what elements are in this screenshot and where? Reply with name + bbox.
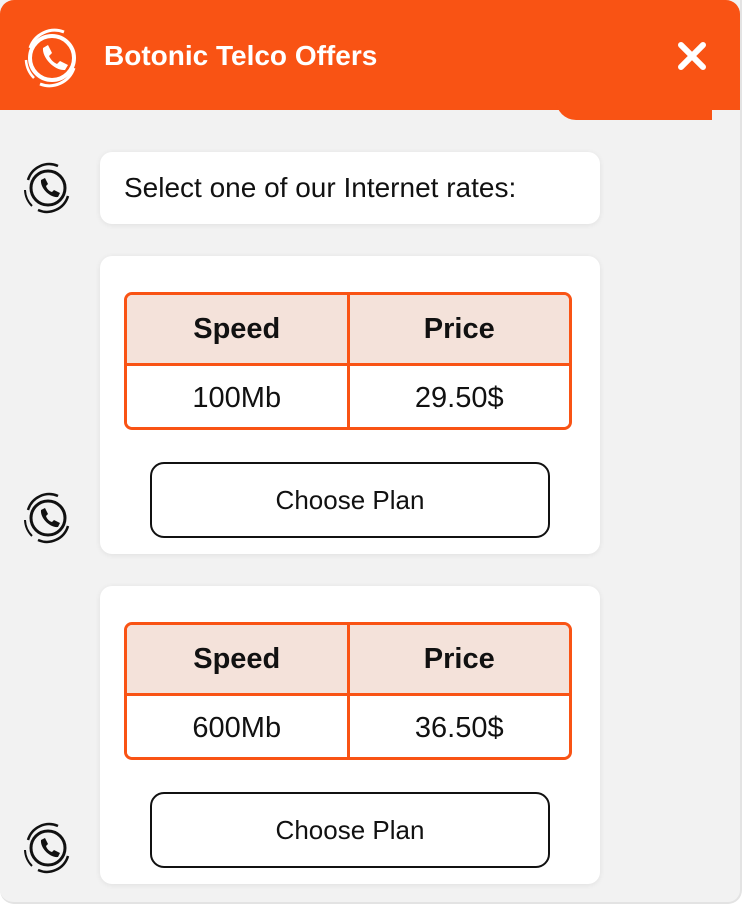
plan-price: 29.50$ [346, 366, 570, 427]
table-header-row: Speed Price [127, 295, 569, 366]
column-header-speed: Speed [193, 642, 281, 675]
message-bubble: Select one of our Internet rates: [100, 152, 600, 224]
message-text: Select one of our Internet rates: [124, 172, 517, 203]
plan-card: Speed Price 100Mb 29.50$ Choose Plan [100, 256, 600, 554]
plan-card: Speed Price 600Mb 36.50$ Choose Plan [100, 586, 600, 884]
plan-table: Speed Price 600Mb 36.50$ [124, 622, 572, 760]
header-tab [556, 100, 712, 120]
table-row: 100Mb 29.50$ [127, 366, 570, 427]
column-header-price: Price [346, 295, 570, 363]
chat-header: Botonic Telco Offers [0, 0, 740, 110]
bot-avatar-icon [24, 162, 70, 214]
close-icon[interactable] [672, 36, 712, 76]
plan-price: 36.50$ [346, 696, 570, 757]
plan-speed: 600Mb [192, 711, 282, 744]
column-header-price: Price [346, 625, 570, 693]
table-header-row: Speed Price [127, 625, 569, 696]
choose-plan-button[interactable]: Choose Plan [150, 792, 550, 868]
table-row: 600Mb 36.50$ [127, 696, 570, 757]
column-header-speed: Speed [193, 312, 281, 345]
choose-plan-button[interactable]: Choose Plan [150, 462, 550, 538]
bot-avatar-icon [24, 822, 70, 874]
chat-title: Botonic Telco Offers [104, 40, 378, 71]
bot-avatar-icon [24, 492, 70, 544]
plan-table: Speed Price 100Mb 29.50$ [124, 292, 572, 430]
phone-circle-icon [24, 28, 76, 88]
chat-widget: Botonic Telco Offers Select one of our I… [0, 0, 742, 904]
plan-speed: 100Mb [192, 381, 282, 414]
